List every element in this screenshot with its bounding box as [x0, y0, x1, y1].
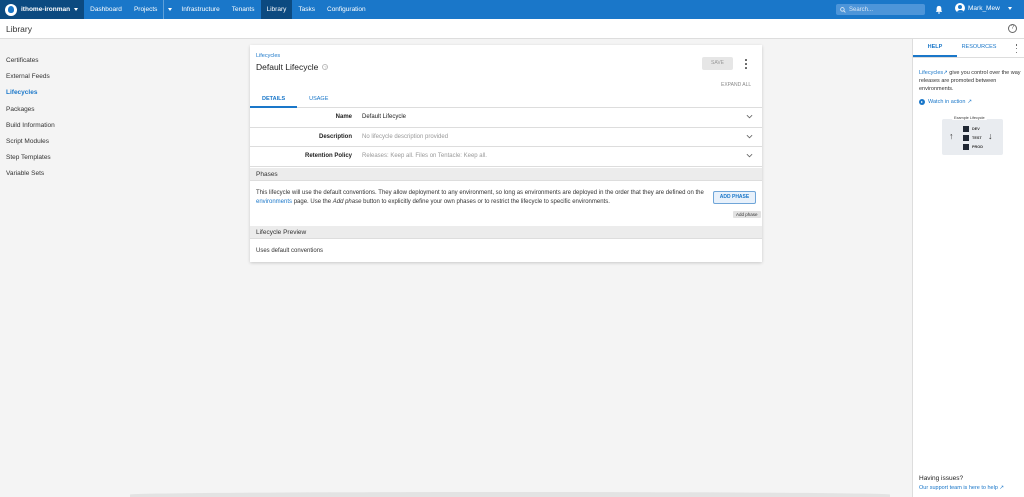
sidebar-item-step-templates[interactable]: Step Templates [6, 152, 55, 168]
help-tabs: HELP RESOURCES [913, 39, 1024, 58]
lifecycle-title-text: Default Lifecycle [256, 62, 319, 72]
help-description: Lifecycles↗ give you control over the wa… [919, 70, 1021, 92]
chevron-down-icon [74, 8, 79, 11]
overflow-menu-icon[interactable] [744, 59, 748, 69]
play-icon [919, 99, 925, 105]
having-issues-heading: Having issues? [919, 475, 964, 482]
name-row[interactable]: Name Default Lifecycle [250, 108, 762, 128]
sidebar-item-script-modules[interactable]: Script Modules [6, 136, 55, 152]
breadcrumb[interactable]: Lifecycles [256, 53, 280, 59]
top-navigation: ithome-ironman Dashboard Projects Infras… [0, 0, 1024, 19]
description-row[interactable]: Description No lifecycle description pro… [250, 128, 762, 147]
nav-tenants[interactable]: Tenants [226, 0, 261, 19]
field-value: No lifecycle description provided [362, 133, 449, 140]
nav-projects[interactable]: Projects [128, 0, 163, 19]
chevron-down-icon[interactable] [746, 114, 753, 119]
add-phase-tooltip: Add phase [733, 211, 761, 218]
env-dev: DEV [963, 125, 991, 132]
save-button[interactable]: SAVE [702, 57, 733, 70]
nav-dashboard[interactable]: Dashboard [84, 0, 128, 19]
environments-link[interactable]: environments [256, 199, 292, 205]
lifecycle-title: Default Lifecycle ? [256, 62, 329, 72]
expand-all-button[interactable]: EXPAND ALL [721, 82, 751, 88]
tab-usage[interactable]: USAGE [297, 91, 340, 108]
chevron-down-icon[interactable] [746, 153, 753, 158]
space-name: ithome-ironman [21, 6, 71, 13]
field-label: Name [335, 114, 352, 120]
chevron-down-icon[interactable] [746, 134, 753, 139]
sidebar-item-external-feeds[interactable]: External Feeds [6, 71, 55, 87]
sidebar-item-variable-sets[interactable]: Variable Sets [6, 168, 55, 184]
help-icon[interactable]: ? [1008, 24, 1017, 33]
tab-help[interactable]: HELP [913, 39, 957, 57]
watch-in-action-link[interactable]: Watch in action ↗ [919, 99, 972, 105]
env-prod: PROD [963, 143, 991, 150]
chevron-down-icon [1007, 6, 1012, 10]
lifecycle-card: Lifecycles Default Lifecycle ? SAVE EXPA… [250, 45, 762, 262]
page-title: Library [6, 24, 32, 34]
support-link[interactable]: Our support team is here to help ↗ [919, 485, 1004, 491]
field-label: Description [318, 133, 352, 140]
nav-tasks[interactable]: Tasks [292, 0, 321, 19]
tab-resources[interactable]: RESOURCES [957, 39, 1001, 57]
lifecycle-preview-heading: Lifecycle Preview [250, 226, 762, 239]
nav-library[interactable]: Library [260, 0, 293, 19]
env-test: TEST [963, 134, 991, 141]
help-question-icon[interactable]: ? [322, 64, 329, 70]
add-phase-button[interactable]: ADD PHASE [713, 191, 756, 204]
octopus-logo-icon [5, 3, 17, 16]
library-sidebar: Certificates External Feeds Lifecycles P… [6, 55, 55, 185]
phases-description: This lifecycle will use the default conv… [256, 190, 704, 205]
tab-details[interactable]: DETAILS [250, 91, 298, 108]
sidebar-item-packages[interactable]: Packages [6, 104, 55, 120]
phases-heading: Phases [250, 168, 762, 181]
bell-icon[interactable] [935, 5, 943, 14]
search-icon [840, 6, 846, 13]
field-label: Retention Policy [304, 153, 352, 159]
card-tabs: DETAILS USAGE [250, 91, 762, 108]
page-header: Library ? [0, 19, 1024, 39]
nav-configuration[interactable]: Configuration [321, 0, 372, 19]
bottom-edge [130, 492, 890, 497]
avatar [955, 3, 965, 13]
arrow-up-icon: ↑ [949, 131, 954, 141]
field-value: Default Lifecycle [362, 114, 407, 120]
retention-policy-row[interactable]: Retention Policy Releases: Keep all. Fil… [250, 147, 762, 167]
diagram-title: Example Lifecycle [952, 116, 987, 120]
help-menu-icon[interactable] [1015, 44, 1018, 53]
arrow-down-icon: ↓ [988, 131, 993, 141]
lifecycles-help-link[interactable]: Lifecycles [919, 70, 943, 76]
sidebar-item-certificates[interactable]: Certificates [6, 55, 55, 71]
field-value: Releases: Keep all. Files on Tentacle: K… [362, 153, 487, 159]
space-switcher[interactable]: ithome-ironman [0, 0, 85, 19]
search-input[interactable]: Search... [836, 4, 925, 15]
sidebar-item-build-information[interactable]: Build Information [6, 120, 55, 136]
example-lifecycle-diagram: Example Lifecycle ↑ DEV TEST PROD ↓ [942, 116, 1003, 155]
help-panel: HELP RESOURCES Lifecycles↗ give you cont… [912, 39, 1024, 497]
external-link-icon: ↗ [967, 99, 973, 105]
projects-dropdown-button[interactable] [163, 0, 175, 19]
sidebar-item-lifecycles[interactable]: Lifecycles [6, 87, 55, 103]
nav-infrastructure[interactable]: Infrastructure [175, 0, 225, 19]
search-placeholder: Search... [849, 6, 874, 13]
lifecycle-preview-text: Uses default conventions [256, 248, 324, 254]
chevron-down-icon [167, 8, 172, 11]
user-name: Mark_Mew [968, 4, 1000, 12]
user-menu[interactable]: Mark_Mew [955, 3, 1012, 13]
